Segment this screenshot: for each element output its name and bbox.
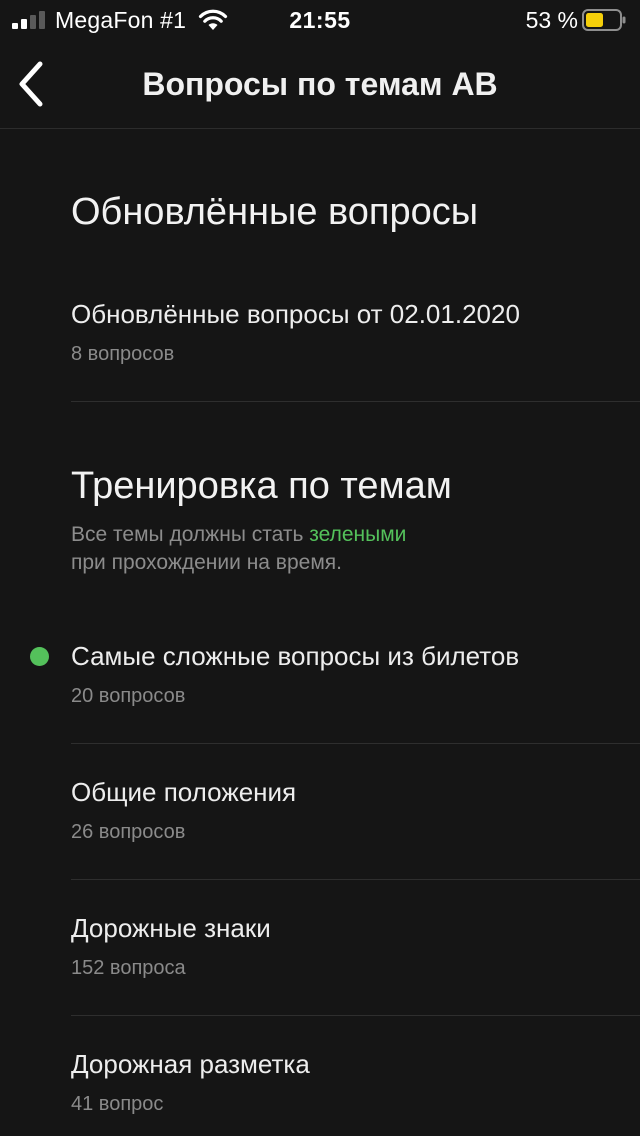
divider [71,401,640,402]
navigation-bar: Вопросы по темам АВ [0,40,640,129]
list-item-road-markings[interactable]: Дорожная разметка 41 вопрос [0,1049,640,1136]
list-item-subtitle: 8 вопросов [71,343,175,365]
completed-status-dot [30,647,49,666]
divider [71,743,640,744]
training-section-description: Все темы должны стать зелеными при прохо… [71,521,591,577]
updated-section-title: Обновлённые вопросы [71,191,479,233]
list-item-general-provisions[interactable]: Общие положения 26 вопросов [0,777,640,879]
description-text-continued: при прохождении на время. [71,551,342,574]
list-item-subtitle: 26 вопросов [71,821,186,843]
page-title: Вопросы по темам АВ [142,66,498,102]
status-bar: MegaFon #1 21:55 53 % [0,0,640,40]
description-text: Все темы должны стать [71,523,310,546]
list-item-title: Самые сложные вопросы из билетов [71,641,520,671]
training-section-title: Тренировка по темам [71,465,452,507]
battery-level-fill [586,13,603,27]
list-item-road-signs[interactable]: Дорожные знаки 152 вопроса [0,913,640,1015]
list-item-title: Общие положения [71,777,297,807]
list-item-subtitle: 41 вопрос [71,1093,164,1115]
battery-icon [582,9,626,31]
divider [71,879,640,880]
battery-percent: 53 % [525,7,578,33]
list-item-subtitle: 152 вопроса [71,957,186,979]
list-item-subtitle: 20 вопросов [71,685,186,707]
list-item-title: Обновлённые вопросы от 02.01.2020 [71,299,520,329]
list-item-title: Дорожные знаки [71,913,271,943]
divider [71,1015,640,1016]
list-item-hardest-questions[interactable]: Самые сложные вопросы из билетов 20 вопр… [0,641,640,743]
description-green-word: зелеными [309,523,407,546]
list-item-updated-questions[interactable]: Обновлённые вопросы от 02.01.2020 8 вопр… [0,299,640,401]
list-item-title: Дорожная разметка [71,1049,310,1079]
